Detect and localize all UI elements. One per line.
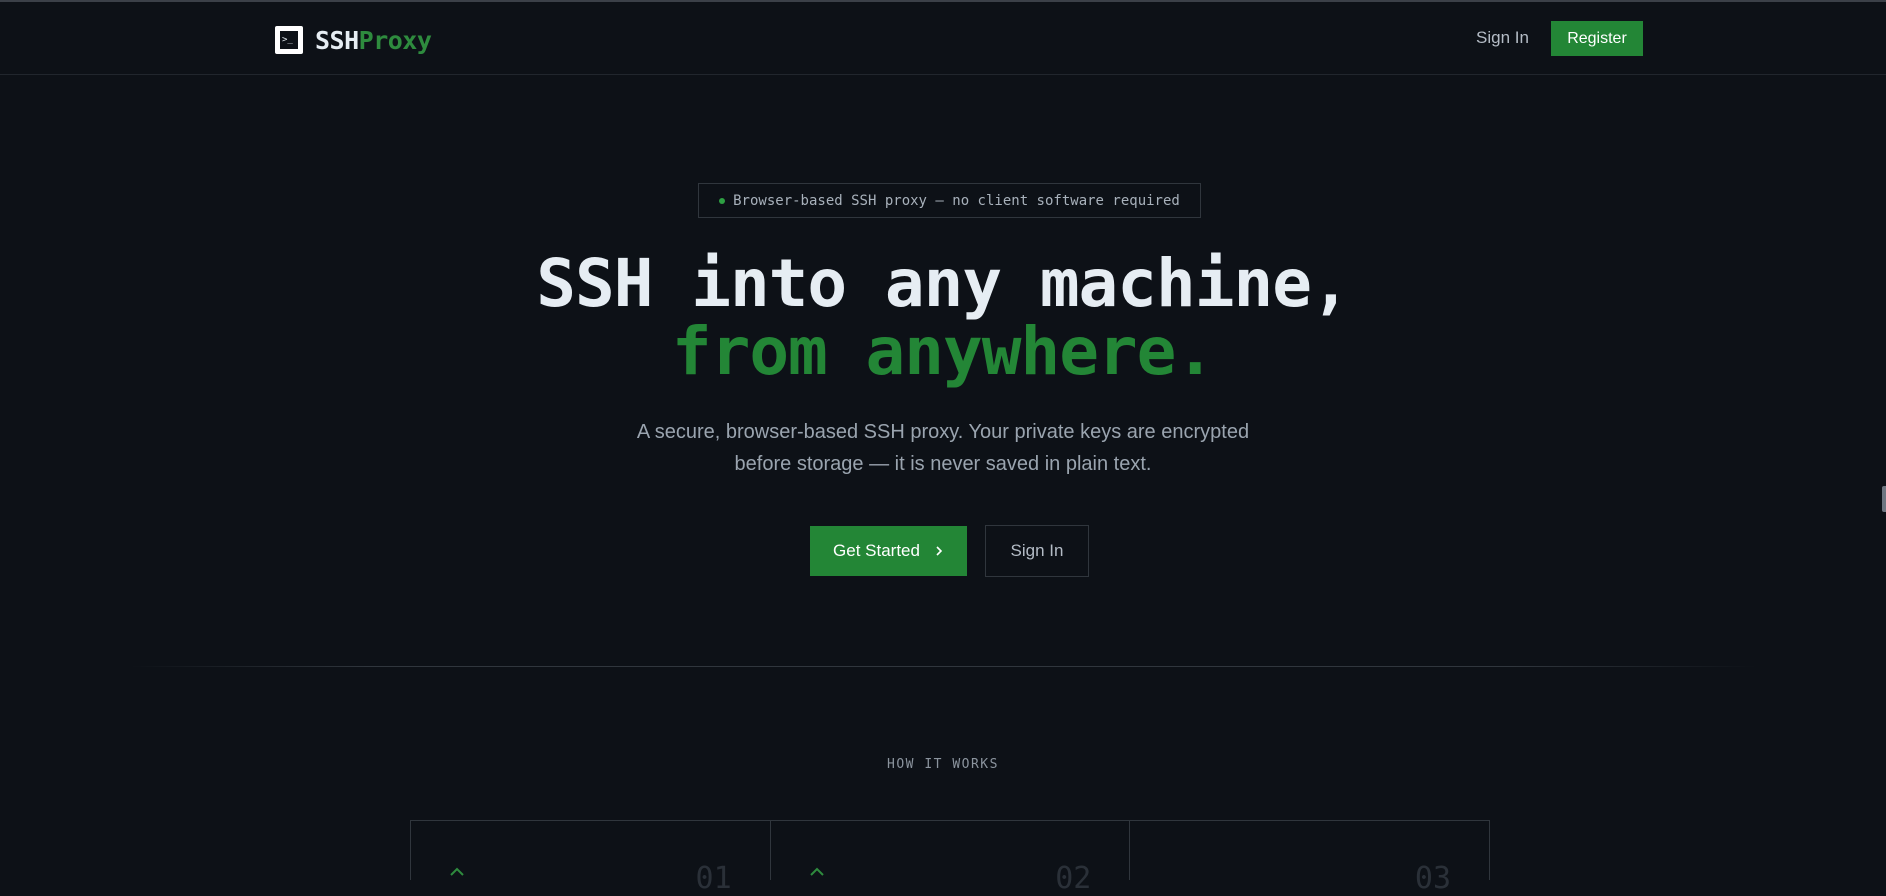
step-number: 02 <box>1055 861 1092 896</box>
hero-sign-in-button[interactable]: Sign In <box>985 525 1089 577</box>
hero-title: SSH into any machine, from anywhere. <box>0 250 1886 386</box>
brand-logo-link[interactable]: >_ SSHProxy <box>275 25 432 55</box>
hero-subtitle-line-2: before storage — it is never saved in pl… <box>734 453 1152 475</box>
top-navbar: >_ SSHProxy Sign In Register <box>0 2 1886 75</box>
get-started-button[interactable]: Get Started <box>810 526 967 576</box>
hero-title-line-2: from anywhere. <box>671 313 1215 390</box>
nav-sign-in-link[interactable]: Sign In <box>1466 20 1539 56</box>
status-dot-icon <box>719 197 726 204</box>
step-card: 03 <box>1130 821 1489 896</box>
step-icon <box>809 865 827 883</box>
brand-name-ssh: SSH <box>315 25 359 55</box>
step-number: 01 <box>695 861 732 896</box>
hero-badge-text: Browser-based SSH proxy — no client soft… <box>733 192 1180 209</box>
hero-badge: Browser-based SSH proxy — no client soft… <box>698 183 1201 218</box>
hero-subtitle-line-1: A secure, browser-based SSH proxy. Your … <box>636 421 1250 443</box>
chevron-right-icon <box>934 543 944 560</box>
step-icon <box>449 865 467 883</box>
step-card: 02 <box>771 821 1131 896</box>
section-divider <box>130 666 1756 667</box>
brand-name: SSHProxy <box>315 25 432 55</box>
step-card: 01 <box>411 821 771 896</box>
terminal-icon: >_ <box>275 26 303 54</box>
how-it-works-steps: 01 02 03 <box>410 820 1490 896</box>
terminal-icon-glyph: >_ <box>280 31 298 49</box>
scrollbar-thumb[interactable] <box>1882 486 1886 512</box>
hero-title-line-1: SSH into any machine, <box>536 245 1350 322</box>
how-it-works-label: HOW IT WORKS <box>887 757 999 772</box>
hero-subtitle: A secure, browser-based SSH proxy. Your … <box>0 416 1886 480</box>
brand-name-proxy: Proxy <box>358 25 432 55</box>
get-started-label: Get Started <box>833 541 920 560</box>
nav-register-button[interactable]: Register <box>1551 21 1643 56</box>
step-number: 03 <box>1414 861 1452 896</box>
